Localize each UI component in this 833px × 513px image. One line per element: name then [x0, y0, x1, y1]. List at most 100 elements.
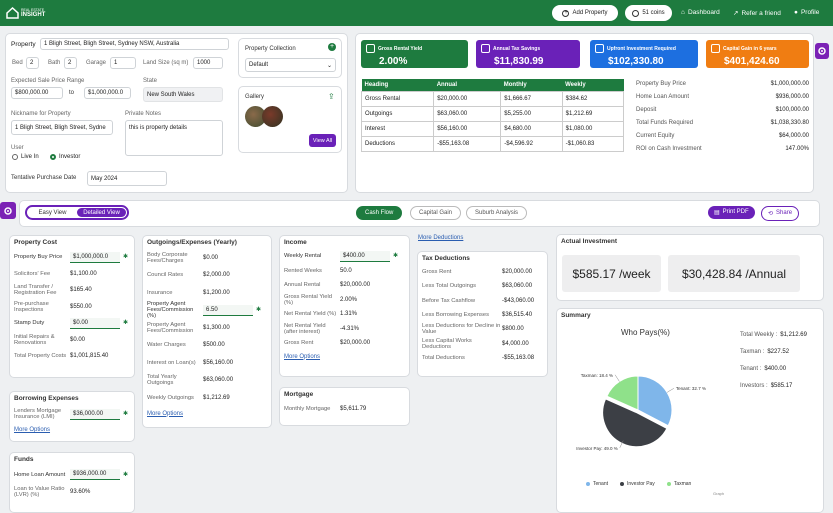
calculator-icon[interactable]: ✱	[123, 411, 128, 417]
left-settings-icon[interactable]	[0, 202, 16, 219]
property-address-input[interactable]: 1 Bligh Street, Bligh Street, Sydney NSW…	[40, 38, 229, 50]
field-input[interactable]: $1,000,000.0	[70, 251, 120, 263]
more-options-link[interactable]: More Options	[284, 354, 320, 360]
view-all-button[interactable]: View All	[309, 134, 336, 147]
logo[interactable]: REAL ESTATE INSIGHT	[21, 8, 45, 18]
print-pdf-button[interactable]: ▤ Print PDF	[708, 206, 755, 219]
price-min-input[interactable]: $800,000.00	[11, 87, 63, 99]
coins-label: 51 coins	[642, 10, 665, 16]
share-button[interactable]: ⟲ Share	[761, 206, 800, 221]
pie-data-label: Investor Pay: 49.0 %	[576, 446, 618, 451]
calculator-icon[interactable]: ✱	[123, 254, 128, 260]
field-input[interactable]: $936,000.00	[70, 469, 120, 480]
kv-label: ROI on Cash Investment	[636, 145, 702, 152]
tab-capital-gain[interactable]: Capital Gain	[410, 206, 462, 220]
nav-profile[interactable]: ● Profile	[794, 9, 819, 16]
mortgage-panel: Mortgage Monthly Mortgage $5,611.79	[279, 387, 410, 426]
lmi-row: Lenders Mortgage Insurance (LMI) $36,000.…	[10, 405, 134, 423]
field-input[interactable]: 6.50	[203, 304, 253, 316]
more-options-link[interactable]: More Options	[14, 427, 50, 433]
lmi-input[interactable]: $36,000.00	[70, 408, 120, 420]
tab-cash-flow[interactable]: Cash Flow	[356, 206, 403, 220]
notes-textarea[interactable]: this is property details	[125, 120, 223, 156]
table-cell: $63,060.00	[433, 106, 502, 122]
purchase-date-input[interactable]: May 2024	[87, 171, 167, 186]
more-deductions-link[interactable]: More Deductions	[418, 235, 463, 241]
field-row: Council Rates $2,000.00	[143, 267, 271, 285]
field-input[interactable]: $0.00	[70, 317, 120, 329]
field-value: $36,515.40	[502, 312, 533, 319]
add-property-button[interactable]: + Add Property	[552, 5, 618, 21]
garage-input[interactable]: 1	[110, 57, 136, 69]
nav-refer[interactable]: ↗ Refer a friend	[733, 9, 781, 18]
field-value: $20,000.00	[502, 269, 533, 276]
detailed-view-button[interactable]: Detailed View	[77, 208, 126, 217]
legend-label: Taxman	[673, 481, 692, 487]
bath-input[interactable]: 2	[64, 57, 77, 69]
investor-radio[interactable]: Investor	[50, 154, 80, 160]
table-cell: $384.62	[561, 91, 625, 107]
easy-view-button[interactable]: Easy View	[28, 208, 77, 217]
coins-button[interactable]: 51 coins	[625, 5, 672, 21]
collection-label: Property Collection	[245, 46, 296, 52]
kv-row: Property Buy Price $1,000,000.00	[636, 77, 809, 90]
tab-suburb-analysis[interactable]: Suburb Analysis	[466, 206, 528, 220]
add-collection-icon[interactable]: +	[328, 43, 336, 51]
field-row: Stamp Duty $0.00 ✱	[10, 315, 134, 332]
lmi-label: Lenders Mortgage Insurance (LMI)	[14, 408, 62, 420]
who-pays-pie-chart: Tenant: 32.7 % Investor Pay: 49.0 % Taxman…	[576, 373, 706, 451]
field-row: Less Total Outgoings $63,060.00	[418, 279, 547, 293]
field-row: Weekly Outgoings $1,212.69	[143, 389, 271, 407]
field-row: Initial Repairs & Renovations $0.00	[10, 332, 134, 349]
field-label: Loan to Value Ratio (LVR) (%)	[14, 485, 65, 498]
nickname-input[interactable]: 1 Bligh Street, Bligh Street, Sydne	[11, 120, 113, 135]
field-row: Gross Rent $20,000.00	[280, 336, 409, 351]
calculator-icon[interactable]: ✱	[123, 472, 128, 478]
summary-kv-value: $400.00	[764, 365, 787, 372]
kpi-card-title-row: Capital Gain in 6 years	[711, 44, 804, 53]
bed-input[interactable]: 2	[26, 57, 39, 69]
field-value: $63,060.00	[502, 283, 533, 290]
more-options-link[interactable]: More Options	[147, 411, 183, 417]
summary-kv-row: Investors : $585.17	[740, 377, 818, 394]
field-row: Rented Weeks 50.0	[280, 264, 409, 279]
upload-icon[interactable]: ⇪	[328, 92, 335, 101]
kpi-card-title-row: Upfront Investment Required	[595, 44, 693, 53]
table-cell: $56,160.00	[433, 121, 502, 137]
logo-line2: INSIGHT	[21, 12, 46, 18]
land-size-input[interactable]: 1000	[193, 57, 223, 69]
property-label: Property	[11, 41, 36, 48]
mortgage-title: Mortgage	[284, 391, 314, 398]
field-row: Total Deductions -$55,163.08	[418, 351, 547, 365]
mortgage-row: Monthly Mortgage $5,611.79	[280, 401, 409, 417]
bath-label: Bath	[48, 60, 61, 66]
nickname-label: Nickname for Property	[11, 111, 71, 117]
field-row: Interest on Loan(s) $56,160.00	[143, 354, 271, 372]
gallery-image-2[interactable]	[262, 106, 283, 127]
kv-row: Total Funds Required $1,038,330.80	[636, 116, 809, 129]
calculator-icon[interactable]: ✱	[123, 320, 128, 326]
table-cell: -$55,163.08	[433, 136, 502, 152]
field-value: $1,212.69	[203, 394, 230, 401]
collection-select[interactable]: Default ⌄	[245, 58, 336, 72]
property-cost-panel: Property Cost Property Buy Price $1,000,0…	[9, 235, 135, 378]
calculator-icon[interactable]: ✱	[256, 307, 261, 313]
kv-label: Current Equity	[636, 132, 675, 139]
settings-gear-icon[interactable]	[815, 43, 829, 59]
annual-investment-value: $30,428.84 /Annual	[668, 255, 800, 292]
field-row: Before Tax Cashflow -$43,060.00	[418, 294, 547, 308]
nav-dashboard[interactable]: ⌂ Dashboard	[681, 9, 720, 16]
live-in-radio[interactable]: Live In	[12, 154, 39, 160]
field-row: Less Borrowing Expenses $36,515.40	[418, 308, 547, 322]
field-value: $20,000.00	[340, 282, 371, 289]
field-value: -$43,060.00	[502, 297, 535, 304]
investment-kv-list: Property Buy Price $1,000,000.00 Home Loan…	[636, 77, 809, 155]
calculator-icon[interactable]: ✱	[393, 253, 398, 259]
field-input[interactable]: $400.00	[340, 250, 390, 262]
field-label: Property Buy Price	[14, 254, 63, 261]
field-value: 1.31%	[340, 311, 358, 318]
field-label: Interest on Loan(s)	[147, 359, 196, 366]
field-row: Solicitors' Fee $1,100.00	[10, 266, 134, 283]
chart-legend: Tenant Investor Pay Taxman	[586, 481, 691, 487]
price-max-input[interactable]: $1,000,000.0	[84, 87, 131, 99]
